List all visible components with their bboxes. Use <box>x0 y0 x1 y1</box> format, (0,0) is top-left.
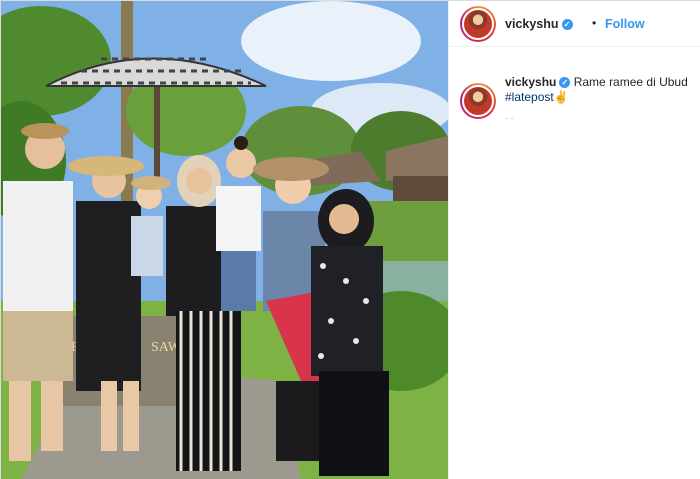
caption-username-link[interactable]: vickyshu ✓ <box>505 75 571 89</box>
avatar[interactable] <box>460 6 496 42</box>
post-side-panel: vickyshu ✓ • Follow vickyshu ✓ Rame ramee … <box>448 1 700 479</box>
post-frame: BE SAWA <box>0 0 700 479</box>
caption-timestamp: · · <box>505 113 514 123</box>
post-photo[interactable]: BE SAWA <box>1 1 448 479</box>
username-link[interactable]: vickyshu ✓ <box>505 17 573 31</box>
family-photo-illustration: BE SAWA <box>1 1 448 479</box>
separator-dot: • <box>592 16 597 30</box>
hashtag-link[interactable]: #latepost <box>505 90 554 104</box>
avatar-image <box>462 8 494 40</box>
victory-hand-emoji: ✌ <box>553 90 569 104</box>
avatar-image <box>462 85 494 117</box>
caption-avatar[interactable] <box>460 83 496 119</box>
caption-username-text: vickyshu <box>505 75 557 89</box>
verified-badge-icon: ✓ <box>559 77 571 89</box>
caption-text: Rame ramee di Ubud <box>573 75 688 89</box>
verified-badge-icon: ✓ <box>561 19 573 31</box>
post-header: vickyshu ✓ • Follow <box>449 1 700 47</box>
username-text: vickyshu <box>505 17 559 31</box>
follow-button[interactable]: Follow <box>605 17 645 31</box>
caption: vickyshu ✓ Rame ramee di Ubud #latepost✌ <box>505 75 695 105</box>
